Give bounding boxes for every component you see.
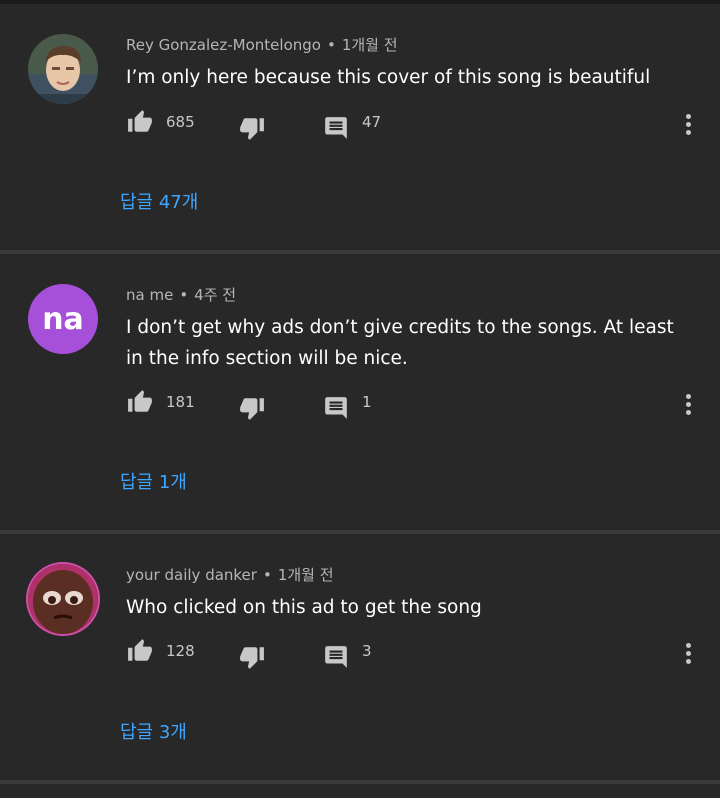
reply-button[interactable] xyxy=(322,115,350,141)
more-options-icon[interactable] xyxy=(680,638,696,668)
more-options-icon[interactable] xyxy=(680,109,696,139)
dislike-icon xyxy=(240,118,264,140)
comment-text: I don’t get why ads don’t give credits t… xyxy=(126,317,674,369)
avatar-photo xyxy=(28,34,98,104)
comment-text: I’m only here because this cover of this… xyxy=(126,67,651,88)
like-button[interactable]: 685 xyxy=(126,109,195,135)
comment-meta: na me • 4주 전 xyxy=(126,284,236,305)
reply-count: 47 xyxy=(362,113,382,131)
comment-thread: your daily danker • 1개월 전 Who clicked on t… xyxy=(0,534,720,780)
avatar[interactable]: na xyxy=(28,284,98,354)
reply-count: 1 xyxy=(362,393,372,411)
dislike-icon xyxy=(240,398,264,420)
like-count: 181 xyxy=(166,393,195,411)
reply-icon xyxy=(325,646,347,668)
comment-divider xyxy=(0,780,720,784)
view-replies-link[interactable]: 답글 1개 xyxy=(120,468,187,494)
dislike-button[interactable] xyxy=(238,644,266,670)
like-icon xyxy=(128,110,152,132)
avatar-photo xyxy=(28,564,98,634)
comment-time: 1개월 전 xyxy=(341,36,398,54)
reply-button[interactable] xyxy=(322,395,350,421)
dislike-icon xyxy=(240,647,264,669)
view-replies-link[interactable]: 답글 3개 xyxy=(120,718,187,744)
like-button[interactable]: 128 xyxy=(126,638,195,664)
like-button[interactable]: 181 xyxy=(126,389,195,415)
comment-author[interactable]: Rey Gonzalez-Montelongo xyxy=(126,36,321,54)
comment-author[interactable]: na me xyxy=(126,286,173,304)
comment-thread: na na me • 4주 전 I don’t get why ads don’t … xyxy=(0,254,720,500)
comment-thread: Rey Gonzalez-Montelongo • 1개월 전 I’m only h… xyxy=(0,4,720,250)
view-replies-link[interactable]: 답글 47개 xyxy=(120,188,198,214)
reply-count: 3 xyxy=(362,642,372,660)
comment-actions: 181 1 xyxy=(126,389,706,421)
like-count: 685 xyxy=(166,113,195,131)
like-icon xyxy=(128,390,152,412)
comment-meta: your daily danker • 1개월 전 xyxy=(126,564,334,585)
dislike-button[interactable] xyxy=(238,115,266,141)
reply-icon xyxy=(325,397,347,419)
comment-text: Who clicked on this ad to get the song xyxy=(126,597,482,618)
like-count: 128 xyxy=(166,642,195,660)
comment-time: 4주 전 xyxy=(194,286,237,304)
reply-icon xyxy=(325,117,347,139)
separator-dot: • xyxy=(179,286,189,304)
comment-actions: 685 47 xyxy=(126,109,706,141)
avatar-initials: na xyxy=(42,301,84,337)
like-icon xyxy=(128,639,152,661)
comment-meta: Rey Gonzalez-Montelongo • 1개월 전 xyxy=(126,34,398,55)
comment-actions: 128 3 xyxy=(126,638,706,670)
dislike-button[interactable] xyxy=(238,395,266,421)
comment-author[interactable]: your daily danker xyxy=(126,566,257,584)
more-options-icon[interactable] xyxy=(680,389,696,419)
avatar[interactable] xyxy=(28,34,98,104)
comment-time: 1개월 전 xyxy=(277,566,334,584)
separator-dot: • xyxy=(262,566,272,584)
reply-button[interactable] xyxy=(322,644,350,670)
avatar[interactable] xyxy=(28,564,98,634)
separator-dot: • xyxy=(326,36,336,54)
